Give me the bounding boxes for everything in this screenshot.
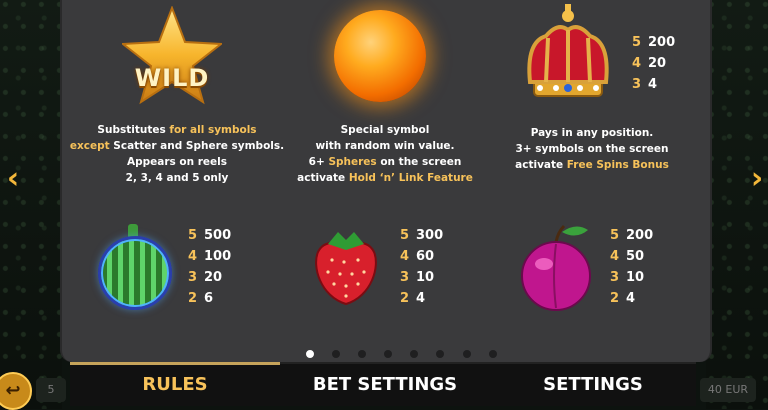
page-dot[interactable]: [332, 350, 341, 358]
pay-amount: 10: [626, 270, 645, 285]
page-dot[interactable]: [358, 350, 367, 358]
pay-count: 4: [400, 249, 410, 264]
watermelon-paytable: 5 500 4 100 3 20 26: [188, 225, 231, 309]
pay-amount: 50: [626, 249, 645, 264]
pay-amount: 300: [416, 228, 444, 243]
page-dot[interactable]: [462, 350, 471, 358]
desc-text: 6+: [308, 156, 329, 168]
desc-highlight: Free Spins Bonus: [566, 159, 669, 171]
pay-count: 5: [632, 35, 642, 50]
pay-amount: 100: [204, 249, 232, 264]
pay-count: 4: [188, 249, 198, 264]
desc-text: Special symbol: [340, 124, 430, 136]
previous-page-arrow-icon[interactable]: ‹: [2, 162, 24, 196]
menu-tab-bar: RULES BET SETTINGS SETTINGS: [70, 362, 696, 406]
pay-amount: 20: [648, 56, 667, 71]
hud-left-value: 5: [36, 378, 66, 402]
pay-row: 5 300: [400, 225, 443, 246]
pay-row: 34: [632, 74, 675, 95]
pay-row: 5 200: [610, 225, 653, 246]
pay-count: 3: [400, 270, 410, 285]
pay-row: 3 10: [610, 267, 653, 288]
desc-text: activate: [297, 172, 349, 184]
page-dot[interactable]: [488, 350, 497, 358]
pay-count: 3: [632, 77, 642, 92]
crown-icon: [518, 2, 618, 110]
desc-text: activate: [515, 159, 567, 171]
pay-count: 3: [188, 270, 198, 285]
tab-rules[interactable]: RULES: [70, 364, 280, 406]
paytable-panel: WILD 5 200 4 20 34 Substitutes for all sym…: [60, 0, 712, 362]
right-background: [706, 0, 768, 409]
pay-amount: 4: [416, 291, 426, 306]
pay-amount: 20: [204, 270, 223, 285]
pay-amount: 6: [204, 291, 214, 306]
pay-row: 24: [400, 288, 443, 309]
desc-text: Substitutes: [97, 124, 170, 136]
pay-row: 26: [188, 288, 231, 309]
pay-amount: 200: [648, 35, 676, 50]
pay-count: 5: [400, 228, 410, 243]
left-background: [0, 0, 62, 409]
desc-highlight: for all symbols: [169, 124, 257, 136]
desc-text: Scatter and Sphere symbols.: [113, 140, 285, 152]
page-indicator: [306, 343, 510, 362]
desc-text: on the screen: [376, 156, 462, 168]
desc-highlight: except: [69, 140, 114, 152]
wild-label: WILD: [134, 64, 210, 92]
pay-row: 4 60: [400, 246, 443, 267]
pay-row: 5 200: [632, 32, 675, 53]
tab-settings[interactable]: SETTINGS: [490, 364, 696, 406]
pay-row: 4 100: [188, 246, 231, 267]
hud-balance-value: 40 EUR: [700, 378, 756, 402]
pay-count: 5: [610, 228, 620, 243]
strawberry-paytable: 5 300 4 60 3 10 24: [400, 225, 443, 309]
wild-star-icon: WILD: [120, 5, 224, 106]
desc-text: 3+ symbols on the screen: [515, 143, 669, 155]
pay-row: 4 50: [610, 246, 653, 267]
plum-paytable: 5 200 4 50 3 10 24: [610, 225, 653, 309]
pay-count: 4: [610, 249, 620, 264]
pay-count: 2: [610, 291, 620, 306]
pay-row: 24: [610, 288, 653, 309]
sphere-description: Special symbol with random win value. 6+…: [272, 122, 498, 186]
desc-text: 2, 3, 4 and 5 only: [125, 172, 229, 184]
desc-text: Pays in any position.: [530, 127, 654, 139]
desc-highlight: Spheres: [328, 156, 377, 168]
pay-count: 4: [632, 56, 642, 71]
desc-text: Appears on reels: [126, 156, 228, 168]
page-dot[interactable]: [436, 350, 445, 358]
strawberry-icon: [310, 226, 382, 306]
pay-amount: 60: [416, 249, 435, 264]
page-dot[interactable]: [384, 350, 393, 358]
pay-amount: 200: [626, 228, 654, 243]
pay-row: 3 20: [188, 267, 231, 288]
desc-text: with random win value.: [315, 140, 455, 152]
crown-description: Pays in any position. 3+ symbols on the …: [482, 125, 702, 173]
crown-paytable: 5 200 4 20 34: [632, 32, 675, 95]
pay-count: 5: [188, 228, 198, 243]
plum-icon: [518, 222, 594, 312]
desc-highlight: Hold ‘n’ Link Feature: [348, 172, 473, 184]
pay-amount: 4: [626, 291, 636, 306]
watermelon-icon: [98, 236, 172, 310]
wild-description: Substitutes for all symbols except Scatt…: [62, 122, 292, 186]
pay-amount: 10: [416, 270, 435, 285]
pay-amount: 500: [204, 228, 232, 243]
sphere-icon: [334, 10, 426, 102]
next-page-arrow-icon[interactable]: ›: [746, 162, 768, 196]
pay-row: 3 10: [400, 267, 443, 288]
pay-row: 5 500: [188, 225, 231, 246]
tab-bet-settings[interactable]: BET SETTINGS: [280, 364, 490, 406]
page-dot-active[interactable]: [306, 350, 314, 358]
pay-count: 2: [188, 291, 198, 306]
pay-amount: 4: [648, 77, 658, 92]
page-dot[interactable]: [410, 350, 419, 358]
pay-count: 2: [400, 291, 410, 306]
pay-row: 4 20: [632, 53, 675, 74]
pay-count: 3: [610, 270, 620, 285]
